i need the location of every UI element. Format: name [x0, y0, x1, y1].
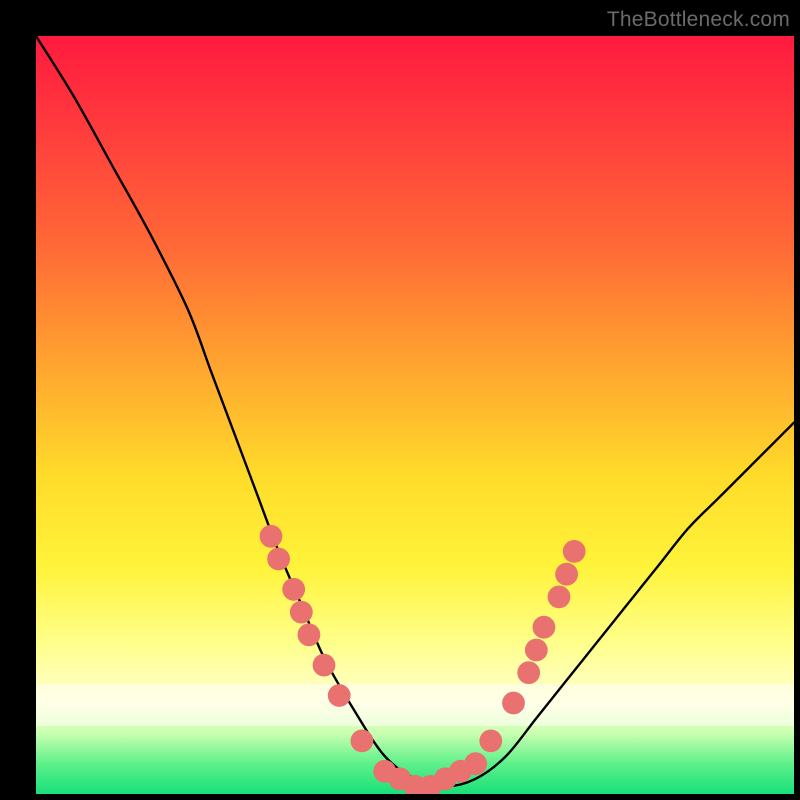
sample-point [555, 563, 578, 586]
sample-point [328, 684, 351, 707]
watermark-text: TheBottleneck.com [607, 8, 790, 32]
sample-point [313, 654, 336, 677]
sample-point [282, 578, 305, 601]
sample-point [525, 639, 548, 662]
sample-points-group [260, 525, 586, 794]
sample-point [563, 540, 586, 563]
sample-point [351, 730, 374, 753]
sample-point [548, 586, 571, 609]
sample-point [533, 616, 556, 639]
sample-point [298, 623, 321, 646]
sample-point [479, 730, 502, 753]
chart-stage: TheBottleneck.com [0, 0, 800, 800]
sample-point [502, 692, 525, 715]
sample-point [260, 525, 283, 548]
sample-point [517, 661, 540, 684]
chart-svg [36, 36, 794, 794]
sample-point [290, 601, 313, 624]
bottleneck-curve [36, 36, 794, 786]
sample-point [267, 548, 290, 571]
sample-point [464, 752, 487, 775]
